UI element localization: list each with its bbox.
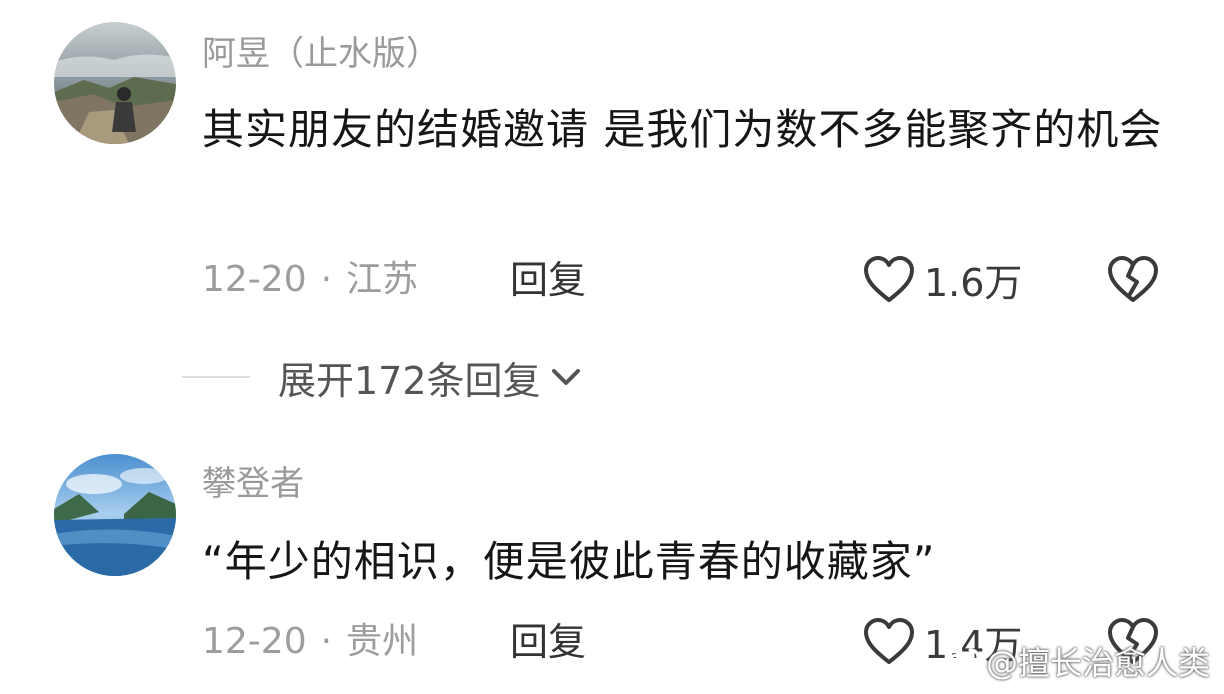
divider-line <box>182 376 250 378</box>
comment-text: 其实朋友的结婚邀请 是我们为数不多能聚齐的机会 <box>202 105 1163 154</box>
broken-heart-icon[interactable] <box>1106 254 1160 304</box>
user-avatar[interactable] <box>54 454 176 576</box>
reply-button[interactable]: 回复 <box>510 618 586 666</box>
comment-item: 阿昱（止水版） 其实朋友的结婚邀请 是我们为数不多能聚齐的机会 12-20 · 江苏… <box>0 0 1224 340</box>
watermark: @擅长治愈人类 <box>942 638 1210 684</box>
heart-outline-icon <box>864 618 914 664</box>
comment-date: 12-20 <box>202 259 307 300</box>
user-avatar[interactable] <box>54 22 176 144</box>
comment-date: 12-20 <box>202 621 307 662</box>
comment-text: “年少的相识，便是彼此青春的收藏家” <box>202 537 936 586</box>
like-count: 1.6万 <box>924 260 1023 305</box>
separator-dot: · <box>320 259 333 300</box>
separator-dot: · <box>320 621 333 662</box>
reply-button[interactable]: 回复 <box>510 256 586 304</box>
weibo-logo-icon <box>943 648 980 677</box>
heart-outline-icon <box>864 256 914 302</box>
like-button[interactable]: 1.6万 <box>862 255 1022 305</box>
comment-username[interactable]: 攀登者 <box>202 462 304 506</box>
expand-replies-label: 展开172条回复 <box>278 358 541 403</box>
watermark-text: @擅长治愈人类 <box>985 644 1210 682</box>
comment-username[interactable]: 阿昱（止水版） <box>202 32 440 76</box>
comment-location: 贵州 <box>346 621 419 662</box>
comment-location: 江苏 <box>346 259 419 300</box>
comment-meta: 12-20 · 贵州 <box>202 618 418 666</box>
comment-meta: 12-20 · 江苏 <box>202 256 418 304</box>
chevron-down-icon <box>551 369 580 385</box>
expand-replies-button[interactable]: 展开172条回复 <box>182 352 583 403</box>
